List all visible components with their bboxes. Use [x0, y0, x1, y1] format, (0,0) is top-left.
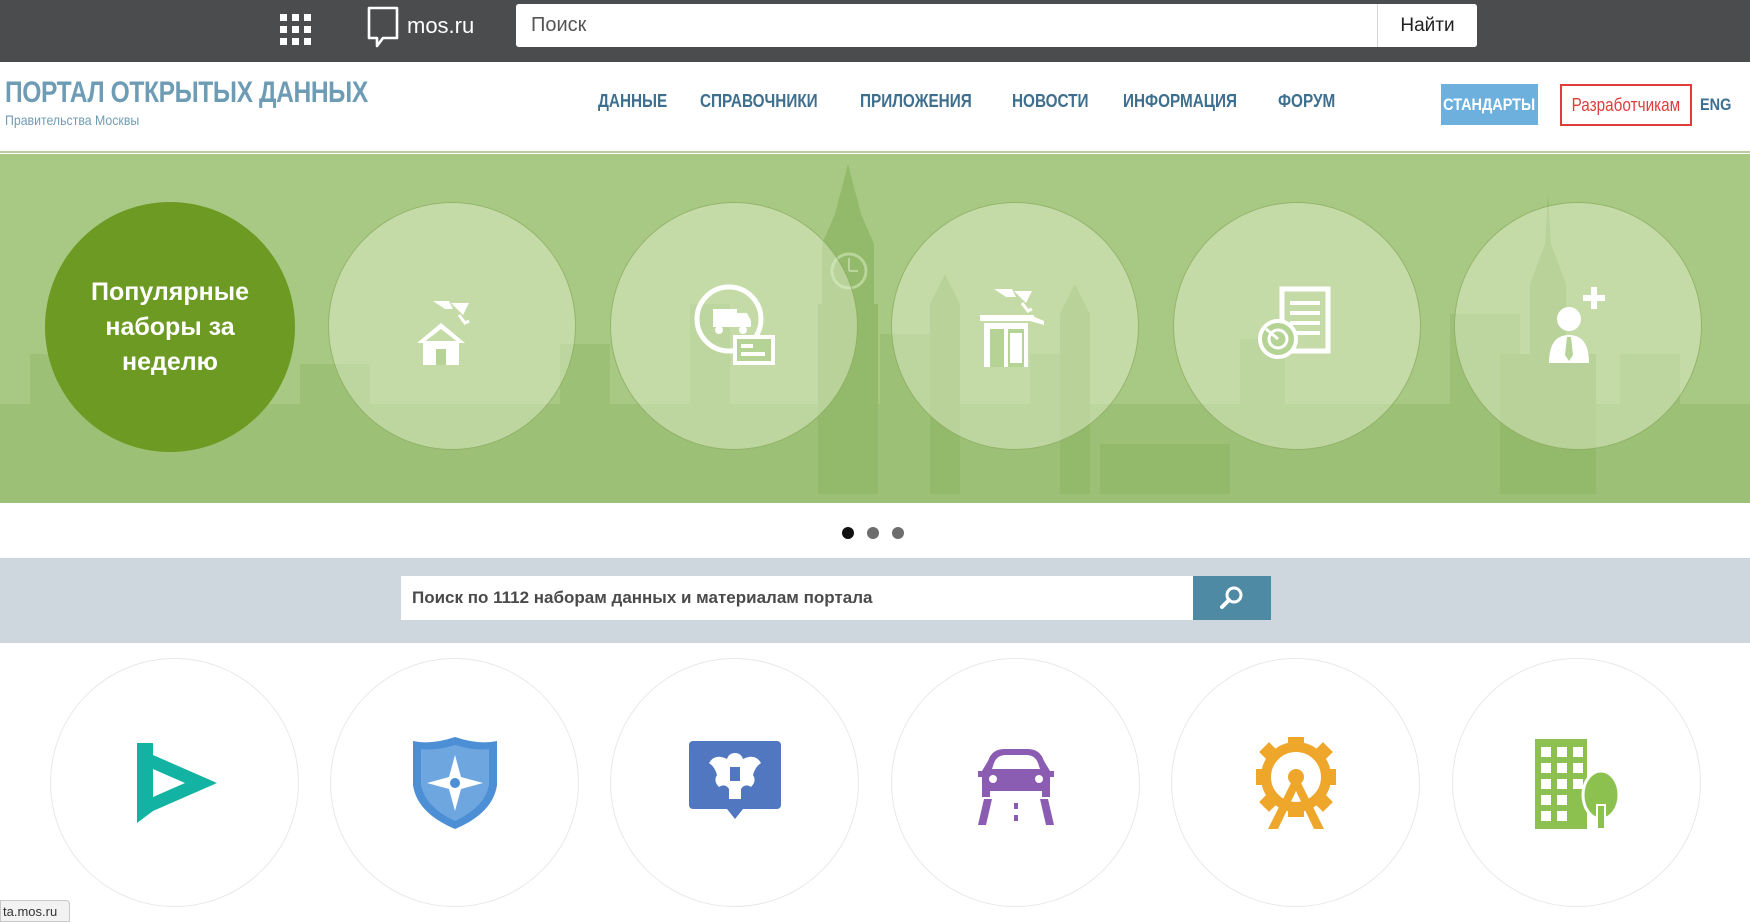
main-nav: ДАННЫЕ СПРАВОЧНИКИ ПРИЛОЖЕНИЯ НОВОСТИ ИН…: [598, 91, 1346, 112]
house-camera-icon: [417, 301, 470, 365]
developers-button-label: Разработчикам: [1571, 94, 1681, 115]
category-5[interactable]: [1171, 658, 1420, 907]
language-switch[interactable]: ENG: [1700, 95, 1737, 115]
play-triangle-icon: [136, 742, 217, 823]
ferris-wheel-icon: [1255, 736, 1336, 829]
portal-title[interactable]: ПОРТАЛ ОТКРЫТЫХ ДАННЫХ: [5, 76, 368, 110]
nav-forum[interactable]: ФОРУМ: [1278, 91, 1335, 112]
truck-permit-icon: [694, 284, 775, 365]
popular-weekly-label: Популярные наборы за неделю: [45, 202, 295, 452]
search-icon: [1220, 586, 1243, 609]
portal-header: ПОРТАЛ ОТКРЫТЫХ ДАННЫХ Правительства Мос…: [0, 62, 1750, 153]
language-label: ENG: [1700, 95, 1732, 114]
apps-grid-icon[interactable]: [278, 12, 312, 46]
carousel-dots: [842, 527, 904, 539]
top-search: Найти: [516, 4, 1477, 47]
top-search-input[interactable]: [516, 4, 1377, 47]
portal-search-input[interactable]: [401, 576, 1193, 620]
portal-subtitle: Правительства Москвы: [5, 112, 140, 128]
car-road-icon: [977, 748, 1054, 825]
developers-button[interactable]: Разработчикам: [1560, 84, 1692, 126]
popular-banner: Популярные наборы за неделю: [0, 154, 1750, 503]
category-1[interactable]: [50, 658, 299, 907]
standards-button[interactable]: СТАНДАРТЫ: [1441, 84, 1538, 125]
add-person-icon: [1549, 287, 1605, 363]
top-search-button[interactable]: Найти: [1377, 4, 1477, 47]
banner-item-5[interactable]: [1454, 202, 1702, 450]
nav-references[interactable]: СПРАВОЧНИКИ: [700, 91, 818, 112]
speech-bubble-icon: [367, 6, 399, 48]
mos-logo-text: mos.ru: [407, 13, 475, 38]
banner-item-1[interactable]: [328, 202, 576, 450]
state-emblem-icon: [688, 740, 781, 819]
portal-search-band: [0, 558, 1750, 643]
mos-logo[interactable]: mos.ru: [367, 6, 474, 50]
carousel-dot-2[interactable]: [867, 527, 879, 539]
mos-top-bar: mos.ru Найти: [0, 0, 1750, 62]
banner-item-2[interactable]: [610, 202, 858, 450]
category-6[interactable]: [1452, 658, 1701, 907]
booth-camera-icon: [980, 289, 1044, 367]
building-tree-icon: [1534, 738, 1620, 830]
carousel-dot-1[interactable]: [842, 527, 854, 539]
nav-news[interactable]: НОВОСТИ: [1012, 91, 1089, 112]
nav-apps[interactable]: ПРИЛОЖЕНИЯ: [860, 91, 972, 112]
banner-item-4[interactable]: [1173, 202, 1421, 450]
portal-search-button[interactable]: [1193, 576, 1271, 620]
carousel-dot-3[interactable]: [892, 527, 904, 539]
portal-search: [401, 576, 1271, 620]
category-2[interactable]: [330, 658, 579, 907]
standards-button-label: СТАНДАРТЫ: [1443, 94, 1536, 114]
document-stamp-icon: [1258, 286, 1331, 359]
category-3[interactable]: [610, 658, 859, 907]
banner-item-3[interactable]: [891, 202, 1139, 450]
nav-info[interactable]: ИНФОРМАЦИЯ: [1123, 91, 1237, 112]
nav-data[interactable]: ДАННЫЕ: [598, 91, 667, 112]
status-bar-url: ta.mos.ru: [0, 900, 70, 922]
emergency-shield-icon: [412, 736, 497, 829]
category-4[interactable]: [891, 658, 1140, 907]
